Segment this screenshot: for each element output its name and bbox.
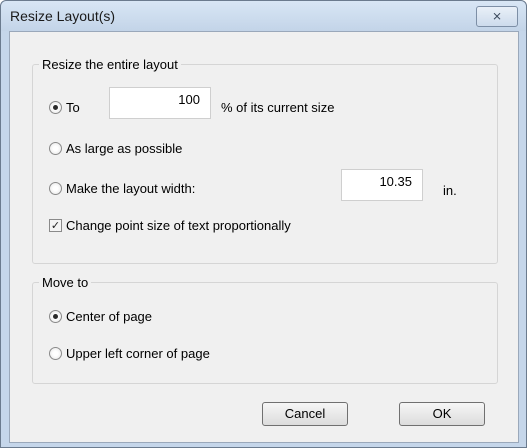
checkbox-change-point-size[interactable]: ✓ Change point size of text proportional… <box>49 218 291 233</box>
move-group-label: Move to <box>39 275 92 290</box>
width-unit: in. <box>443 183 457 198</box>
ok-button[interactable]: OK <box>399 402 485 426</box>
move-group: Move to Center of page Upper left corner… <box>32 275 498 384</box>
close-icon: ⨯ <box>491 9 503 23</box>
radio-center-label: Center of page <box>66 309 153 324</box>
resize-group: Resize the entire layout To 100 % of its… <box>32 57 498 264</box>
resize-group-label: Resize the entire layout <box>39 57 181 72</box>
radio-center[interactable]: Center of page <box>49 309 152 324</box>
dialog-window: Resize Layout(s) ⨯ Resize the entire lay… <box>0 0 527 448</box>
radio-to-indicator[interactable] <box>49 101 62 114</box>
radio-to-label: To <box>66 100 80 115</box>
checkbox-change-point-label: Change point size of text proportionally <box>66 218 291 233</box>
cancel-button[interactable]: Cancel <box>262 402 348 426</box>
dialog-body: Resize the entire layout To 100 % of its… <box>9 31 519 443</box>
title-bar: Resize Layout(s) ⨯ <box>1 1 526 31</box>
radio-center-indicator[interactable] <box>49 310 62 323</box>
percent-input[interactable]: 100 <box>109 87 211 119</box>
width-input[interactable]: 10.35 <box>341 169 423 201</box>
radio-as-large[interactable]: As large as possible <box>49 141 182 156</box>
radio-upper-left[interactable]: Upper left corner of page <box>49 346 210 361</box>
percent-suffix: % of its current size <box>221 100 335 115</box>
radio-upper-left-indicator[interactable] <box>49 347 62 360</box>
radio-make-width-indicator[interactable] <box>49 182 62 195</box>
radio-to[interactable]: To <box>49 100 80 115</box>
close-button[interactable]: ⨯ <box>476 6 518 27</box>
radio-upper-left-label: Upper left corner of page <box>66 346 210 361</box>
radio-as-large-label: As large as possible <box>66 141 183 156</box>
radio-as-large-indicator[interactable] <box>49 142 62 155</box>
checkbox-indicator[interactable]: ✓ <box>49 219 62 232</box>
dialog-title: Resize Layout(s) <box>10 8 116 24</box>
radio-make-width[interactable]: Make the layout width: <box>49 181 195 196</box>
radio-make-width-label: Make the layout width: <box>66 181 196 196</box>
